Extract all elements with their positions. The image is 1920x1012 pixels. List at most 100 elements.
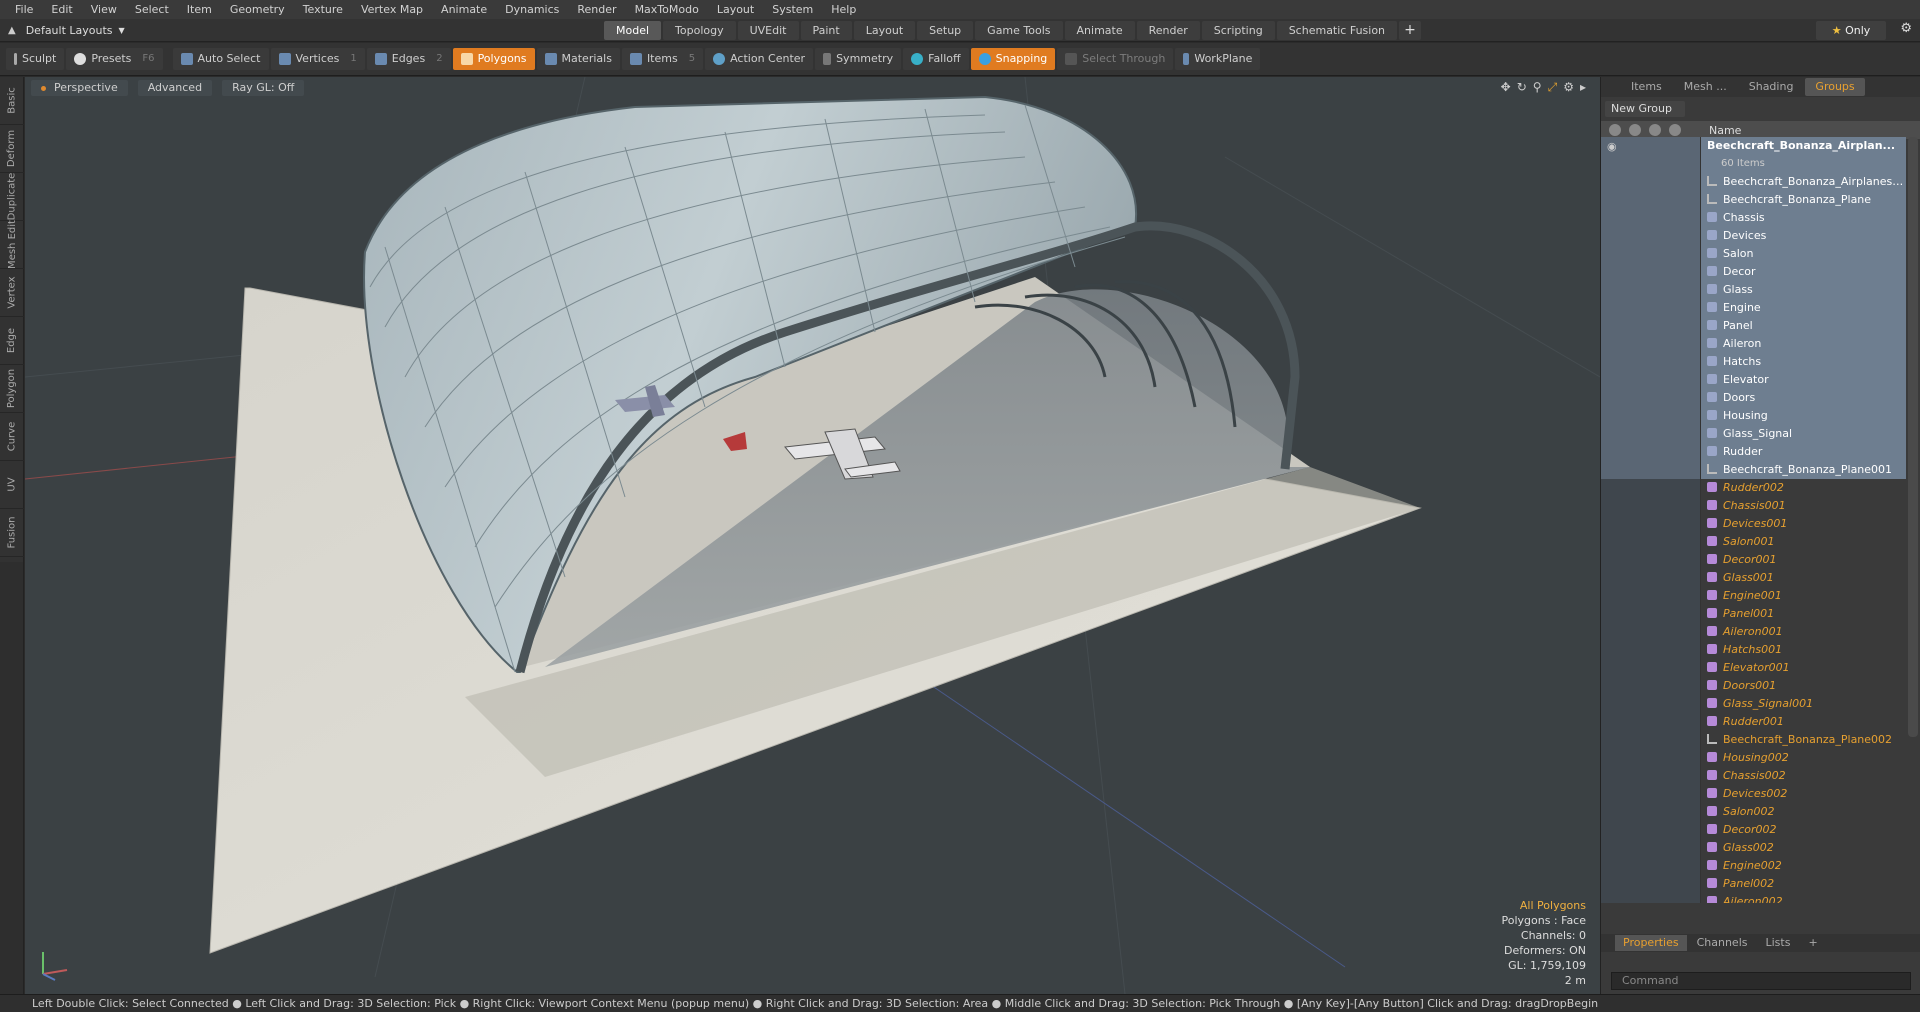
left-tab-vertex[interactable]: Vertex bbox=[0, 269, 24, 317]
list-item[interactable]: Salon001 bbox=[1601, 533, 1906, 551]
tab-topology[interactable]: Topology bbox=[663, 21, 736, 40]
list-item[interactable]: Doors bbox=[1601, 389, 1906, 407]
list-scrollbar[interactable] bbox=[1908, 137, 1918, 737]
bottom-tab-add[interactable]: + bbox=[1800, 935, 1825, 951]
layout-dropdown[interactable]: Default Layouts ▼ bbox=[26, 24, 125, 37]
list-item-toggles[interactable] bbox=[1601, 407, 1701, 425]
list-item[interactable]: Engine001 bbox=[1601, 587, 1906, 605]
menu-maxtomodo[interactable]: MaxToModo bbox=[626, 0, 708, 19]
bottom-tab-properties[interactable]: Properties bbox=[1615, 935, 1687, 951]
list-item[interactable]: Doors001 bbox=[1601, 677, 1906, 695]
list-item[interactable]: Beechcraft_Bonanza_Plane001 bbox=[1601, 461, 1906, 479]
list-item[interactable]: Decor001 bbox=[1601, 551, 1906, 569]
list-item[interactable]: Beechcraft_Bonanza_Plane002 bbox=[1601, 731, 1906, 749]
group-row[interactable]: ◉ Beechcraft_Bonanza_Airplan... bbox=[1601, 137, 1906, 155]
panel-tab-shading[interactable]: Shading bbox=[1739, 78, 1804, 96]
rotate-view-icon[interactable]: ↻ bbox=[1517, 80, 1527, 95]
list-item-toggles[interactable] bbox=[1601, 767, 1701, 785]
list-item-toggles[interactable] bbox=[1601, 461, 1701, 479]
workplane-button[interactable]: WorkPlane bbox=[1175, 48, 1261, 70]
left-tab-polygon[interactable]: Polygon bbox=[0, 365, 24, 413]
list-item[interactable]: Glass001 bbox=[1601, 569, 1906, 587]
list-item-toggles[interactable] bbox=[1601, 263, 1701, 281]
render-icon[interactable] bbox=[1629, 124, 1641, 136]
list-item[interactable]: Devices bbox=[1601, 227, 1906, 245]
menu-system[interactable]: System bbox=[763, 0, 822, 19]
list-item[interactable]: Glass_Signal bbox=[1601, 425, 1906, 443]
menu-layout[interactable]: Layout bbox=[708, 0, 763, 19]
left-tab-uv[interactable]: UV bbox=[0, 461, 24, 509]
menu-render[interactable]: Render bbox=[568, 0, 625, 19]
list-item[interactable]: Aileron002 bbox=[1601, 893, 1906, 903]
list-item-toggles[interactable] bbox=[1601, 551, 1701, 569]
symmetry-button[interactable]: Symmetry bbox=[815, 48, 902, 70]
list-item[interactable]: Beechcraft_Bonanza_Airplanes ... bbox=[1601, 173, 1906, 191]
viewport-menu-icon[interactable]: ▸ bbox=[1580, 80, 1586, 95]
list-item-toggles[interactable] bbox=[1601, 245, 1701, 263]
list-item-toggles[interactable] bbox=[1601, 335, 1701, 353]
list-item[interactable]: Hatchs001 bbox=[1601, 641, 1906, 659]
fit-view-icon[interactable]: ⤢ bbox=[1548, 80, 1558, 95]
menu-help[interactable]: Help bbox=[822, 0, 865, 19]
eye-icon[interactable] bbox=[1609, 124, 1621, 136]
list-item-toggles[interactable] bbox=[1601, 533, 1701, 551]
list-item-toggles[interactable] bbox=[1601, 569, 1701, 587]
3d-viewport[interactable]: Perspective Advanced Ray GL: Off ✥ ↻ ⚲ ⤢… bbox=[25, 77, 1600, 994]
list-item-toggles[interactable] bbox=[1601, 713, 1701, 731]
list-item[interactable]: Elevator001 bbox=[1601, 659, 1906, 677]
left-tab-edge[interactable]: Edge bbox=[0, 317, 24, 365]
tab-game-tools[interactable]: Game Tools bbox=[975, 21, 1063, 40]
zoom-view-icon[interactable]: ⚲ bbox=[1533, 80, 1542, 95]
tab-animate[interactable]: Animate bbox=[1064, 21, 1135, 40]
list-item[interactable]: Beechcraft_Bonanza_Plane bbox=[1601, 191, 1906, 209]
edges-button[interactable]: Edges 2 bbox=[366, 48, 451, 70]
menu-geometry[interactable]: Geometry bbox=[221, 0, 294, 19]
snapping-button[interactable]: Snapping bbox=[970, 48, 1056, 70]
list-item-toggles[interactable] bbox=[1601, 299, 1701, 317]
list-item[interactable]: Glass002 bbox=[1601, 839, 1906, 857]
list-item[interactable]: Chassis bbox=[1601, 209, 1906, 227]
list-item[interactable]: Chassis001 bbox=[1601, 497, 1906, 515]
list-item-toggles[interactable] bbox=[1601, 875, 1701, 893]
menu-select[interactable]: Select bbox=[126, 0, 178, 19]
list-item-toggles[interactable] bbox=[1601, 785, 1701, 803]
list-item-toggles[interactable] bbox=[1601, 731, 1701, 749]
list-item-toggles[interactable] bbox=[1601, 641, 1701, 659]
menu-dynamics[interactable]: Dynamics bbox=[496, 0, 568, 19]
list-item[interactable]: Decor bbox=[1601, 263, 1906, 281]
items-button[interactable]: Items 5 bbox=[621, 48, 704, 70]
list-item[interactable]: Housing bbox=[1601, 407, 1906, 425]
collapse-icon[interactable]: ▲ bbox=[8, 25, 16, 36]
presets-button[interactable]: Presets F6 bbox=[66, 48, 163, 70]
sculpt-button[interactable]: Sculpt bbox=[6, 48, 65, 70]
list-item[interactable]: Salon002 bbox=[1601, 803, 1906, 821]
list-item-toggles[interactable] bbox=[1601, 803, 1701, 821]
list-item-toggles[interactable] bbox=[1601, 749, 1701, 767]
list-item-toggles[interactable] bbox=[1601, 659, 1701, 677]
list-item[interactable]: Rudder001 bbox=[1601, 713, 1906, 731]
command-input[interactable]: Command bbox=[1611, 972, 1911, 990]
list-item-toggles[interactable] bbox=[1601, 173, 1701, 191]
group-row-toggles[interactable]: ◉ bbox=[1601, 137, 1701, 155]
list-item[interactable]: Aileron bbox=[1601, 335, 1906, 353]
auto-select-button[interactable]: Auto Select bbox=[172, 48, 269, 70]
panel-tab-mesh[interactable]: Mesh ... bbox=[1674, 78, 1737, 96]
menu-animate[interactable]: Animate bbox=[432, 0, 496, 19]
tab-setup[interactable]: Setup bbox=[917, 21, 974, 40]
list-item[interactable]: Engine bbox=[1601, 299, 1906, 317]
list-item-toggles[interactable] bbox=[1601, 191, 1701, 209]
list-item-toggles[interactable] bbox=[1601, 839, 1701, 857]
list-item[interactable]: Decor002 bbox=[1601, 821, 1906, 839]
list-item-toggles[interactable] bbox=[1601, 821, 1701, 839]
bottom-tab-channels[interactable]: Channels bbox=[1689, 935, 1756, 951]
list-item[interactable]: Salon bbox=[1601, 245, 1906, 263]
action-center-button[interactable]: Action Center bbox=[705, 48, 814, 70]
tab-layout[interactable]: Layout bbox=[853, 21, 916, 40]
menu-texture[interactable]: Texture bbox=[294, 0, 352, 19]
list-item-toggles[interactable] bbox=[1601, 479, 1701, 497]
viewport-raygl-button[interactable]: Ray GL: Off bbox=[222, 80, 305, 96]
list-item[interactable]: Rudder002 bbox=[1601, 479, 1906, 497]
left-tab-duplicate[interactable]: Duplicate bbox=[0, 173, 24, 221]
gear-icon[interactable]: ⚙ bbox=[1900, 21, 1912, 36]
left-tab-deform[interactable]: Deform bbox=[0, 125, 24, 173]
